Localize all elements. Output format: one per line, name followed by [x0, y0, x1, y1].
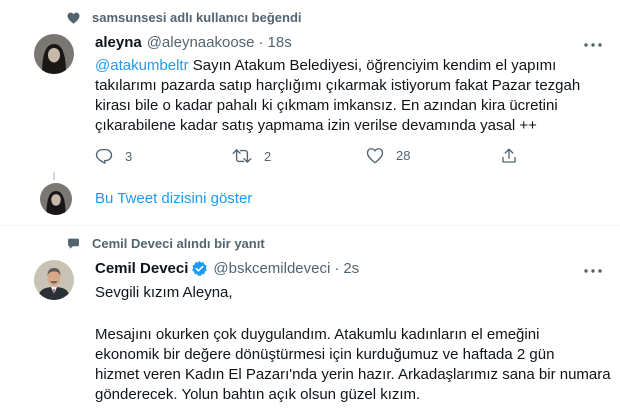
tweet1-line-2: takılarımı pazarda satıp harçlığımı çıka…: [95, 77, 581, 94]
speech-bubble-icon: [66, 237, 80, 251]
thread-connector-line: [53, 172, 55, 180]
avatar-cemil-deveci[interactable]: [34, 260, 74, 300]
share-button[interactable]: [500, 147, 518, 165]
like-button[interactable]: 28: [366, 147, 410, 164]
more-button[interactable]: [583, 261, 603, 281]
show-thread-link[interactable]: Bu Tweet dizisini göster: [95, 190, 252, 207]
reply-button[interactable]: 3: [95, 147, 132, 165]
mention-link[interactable]: @atakumbeltr: [95, 57, 189, 74]
tweet2-header: Cemil Deveci @bskcemildeveci · 2s: [95, 260, 359, 277]
author-handle[interactable]: @aleynaakoose: [147, 34, 255, 51]
tweet1-line-4: çıkarabilene kadar satış yapmama izin ve…: [95, 117, 537, 134]
separator-dot: ·: [334, 260, 340, 277]
avatar-aleyna-small[interactable]: [40, 183, 72, 215]
verified-badge-icon: [191, 260, 208, 277]
more-icon: [584, 269, 602, 273]
tweet2-line-3: hizmet veren Kadın El Pazarı'nda yerin h…: [95, 366, 611, 383]
author-handle[interactable]: @bskcemildeveci: [213, 260, 330, 277]
reply-count: 3: [125, 148, 133, 164]
retweet-icon: [232, 149, 252, 163]
like-count: 28: [396, 148, 411, 163]
tweet-divider: [0, 225, 620, 226]
reply-icon: [95, 148, 113, 164]
retweet-button[interactable]: 2: [232, 147, 271, 165]
tweet2-line-2: ekonomik bir değere dönüştürmesi için ku…: [95, 346, 555, 363]
tweet1-header: aleyna @aleynaakoose · 18s: [95, 34, 292, 51]
tweet-timestamp[interactable]: 2s: [343, 260, 359, 277]
social-context-text: samsunsesi adlı kullanıcı beğendi: [92, 10, 302, 25]
social-context-text: Cemil Deveci alındı bir yanıt: [92, 236, 265, 251]
more-icon: [584, 43, 602, 47]
share-icon: [502, 148, 516, 163]
tweet2-line-4: gönderecek. Yolun bahtın açık olsun güze…: [95, 386, 421, 403]
avatar-aleyna[interactable]: [34, 34, 74, 74]
tweet1-line-1: @atakumbeltr Sayın Atakum Belediyesi, öğ…: [95, 57, 557, 74]
retweet-count: 2: [264, 148, 272, 164]
author-name[interactable]: aleyna: [95, 34, 142, 51]
tweet2-greeting: Sevgili kızım Aleyna,: [95, 284, 233, 301]
tweet1-text: @atakumbeltr Sayın Atakum Belediyesi, öğ…: [95, 56, 580, 136]
author-name[interactable]: Cemil Deveci: [95, 260, 188, 277]
social-context-liked[interactable]: samsunsesi adlı kullanıcı beğendi: [66, 10, 302, 25]
like-icon: [366, 148, 384, 164]
tweet2-line-1: Mesajını okurken çok duygulandım. Atakum…: [95, 326, 540, 343]
tweet1-line-3: kirası bile o kadar pahalı ki çıkmam imk…: [95, 97, 558, 114]
separator-dot: ·: [258, 34, 264, 51]
tweet2-text: Sevgili kızım Aleyna, Mesajını okurken ç…: [95, 283, 611, 405]
heart-icon: [66, 11, 80, 25]
tweet1-actions: 3 2 28: [95, 147, 525, 167]
tweet-timestamp[interactable]: 18s: [268, 34, 292, 51]
social-context-reply[interactable]: Cemil Deveci alındı bir yanıt: [66, 236, 265, 251]
more-button[interactable]: [583, 35, 603, 55]
